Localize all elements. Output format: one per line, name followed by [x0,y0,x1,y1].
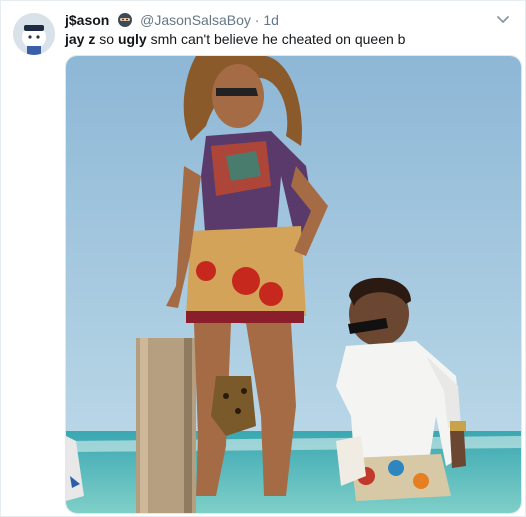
tweet-card[interactable]: j$ason @JasonSalsaBoy · 1d jay z so ugly… [0,0,526,517]
text-bold-2: ugly [117,31,147,47]
timestamp[interactable]: 1d [263,12,279,28]
text-plain-1: so [95,31,118,47]
ninja-emoji-icon [117,12,133,28]
avatar[interactable] [13,13,55,55]
display-name[interactable]: j$ason [65,12,109,28]
tweet-header: j$ason @JasonSalsaBoy · 1d [65,11,511,29]
tweet-text: jay z so ugly smh can't believe he cheat… [65,30,405,48]
chevron-down-icon[interactable] [495,11,511,27]
separator-dot: · [254,12,260,28]
photo-illustration [66,56,521,513]
tweet-photo[interactable] [65,55,522,514]
text-plain-2: smh can't believe he cheated on queen b [146,31,406,47]
text-bold-1: jay z [65,31,96,47]
user-handle[interactable]: @JasonSalsaBoy [140,12,251,28]
